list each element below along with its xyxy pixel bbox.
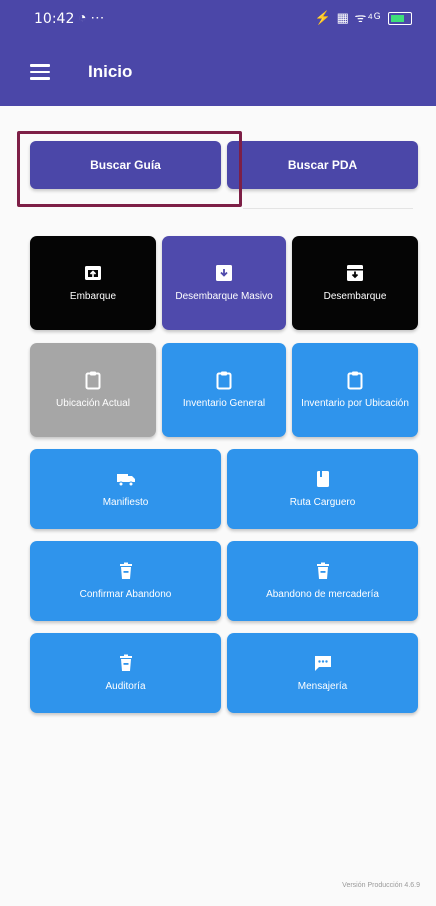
tile-label: Ruta Carguero: [289, 497, 356, 508]
status-notification-icons: ◔ ⋯: [78, 9, 105, 25]
tile-label: Auditoría: [105, 681, 146, 692]
tile-label: Mensajería: [297, 681, 348, 692]
archive-icon: [216, 265, 232, 281]
tile-embarque[interactable]: Embarque: [30, 236, 156, 330]
book-icon: [316, 471, 329, 487]
archive-icon: [347, 265, 363, 281]
signal-icons: ⚡ ▦ ᯤ⁴ᴳ: [314, 10, 382, 25]
screen: 10:42 ◔ ⋯ ⚡ ▦ ᯤ⁴ᴳ Inicio Buscar Guía Bus…: [0, 0, 436, 906]
tile-ubicacion-actual[interactable]: Ubicación Actual: [30, 343, 156, 437]
divider: [243, 208, 413, 209]
tile-label: Abandono de mercadería: [266, 589, 379, 600]
clipboard-icon: [347, 371, 363, 390]
tile-label: Inventario por Ubicación: [301, 398, 409, 409]
unarchive-icon: [85, 266, 101, 280]
status-time: 10:42: [34, 11, 75, 27]
buscar-guia-label: Buscar Guía: [90, 158, 161, 172]
battery-icon: [388, 12, 412, 26]
tile-label: Desembarque Masivo: [175, 291, 273, 302]
truck-icon: [116, 474, 135, 487]
chat-icon: [314, 656, 331, 671]
tile-confirmar-abandono[interactable]: Confirmar Abandono: [30, 541, 221, 621]
status-system-icons: ⚡ ▦ ᯤ⁴ᴳ: [315, 8, 412, 26]
tile-inventario-por-ubicacion[interactable]: Inventario por Ubicación: [292, 343, 418, 437]
tile-inventario-general[interactable]: Inventario General: [162, 343, 286, 437]
buscar-guia-button[interactable]: Buscar Guía: [30, 141, 221, 189]
buscar-pda-button[interactable]: Buscar PDA: [227, 141, 418, 189]
trash-icon: [119, 654, 132, 671]
tile-label: Ubicación Actual: [56, 398, 130, 409]
tile-desembarque-masivo[interactable]: Desembarque Masivo: [162, 236, 286, 330]
buscar-pda-label: Buscar PDA: [287, 158, 358, 172]
page-title: Inicio: [88, 62, 133, 81]
tile-label: Desembarque: [323, 291, 387, 302]
clipboard-icon: [85, 371, 101, 390]
tile-ruta-carguero[interactable]: Ruta Carguero: [227, 449, 418, 529]
tile-label: Manifiesto: [102, 497, 149, 508]
tile-mensajeria[interactable]: Mensajería: [227, 633, 418, 713]
tile-manifiesto[interactable]: Manifiesto: [30, 449, 221, 529]
tile-label: Embarque: [69, 291, 117, 302]
status-bar: 10:42 ◔ ⋯ ⚡ ▦ ᯤ⁴ᴳ: [0, 0, 436, 40]
tile-auditoria[interactable]: Auditoría: [30, 633, 221, 713]
tile-abandono-de-mercaderia[interactable]: Abandono de mercadería: [227, 541, 418, 621]
app-bar: Inicio: [0, 40, 436, 106]
version-label: Versión Producción 4.6.9: [342, 882, 420, 889]
menu-icon[interactable]: [30, 64, 50, 80]
tile-desembarque[interactable]: Desembarque: [292, 236, 418, 330]
trash-icon: [119, 562, 132, 579]
tile-label: Confirmar Abandono: [79, 589, 172, 600]
tile-label: Inventario General: [182, 398, 266, 409]
clipboard-icon: [216, 371, 232, 390]
trash-icon: [316, 562, 329, 579]
